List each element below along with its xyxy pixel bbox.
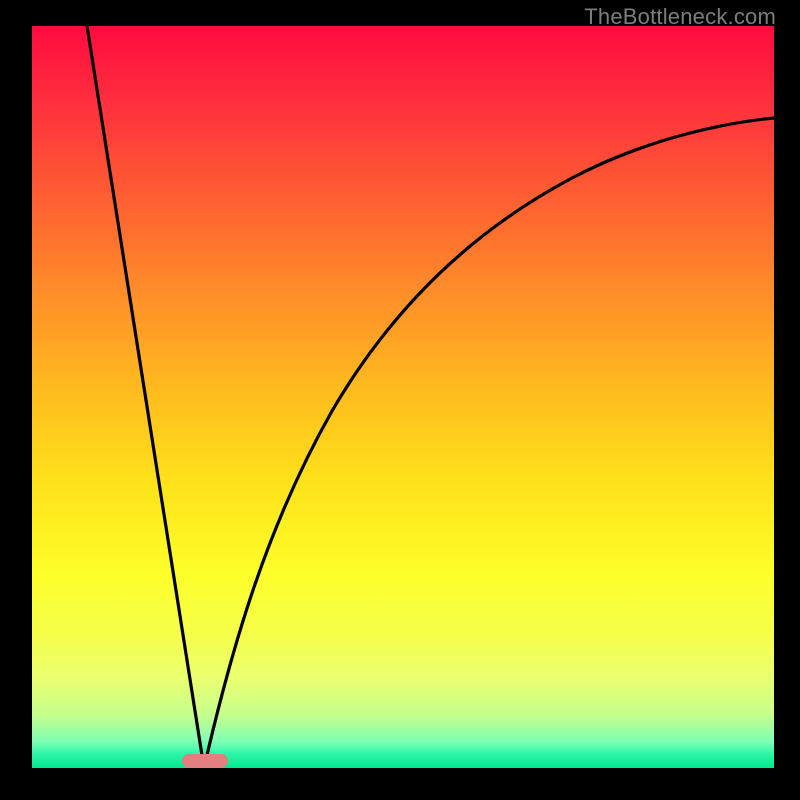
bottleneck-curve [32,26,774,768]
watermark-text: TheBottleneck.com [584,4,776,30]
plot-area [32,26,774,768]
optimal-marker [182,754,228,768]
chart-frame: TheBottleneck.com [0,0,800,800]
